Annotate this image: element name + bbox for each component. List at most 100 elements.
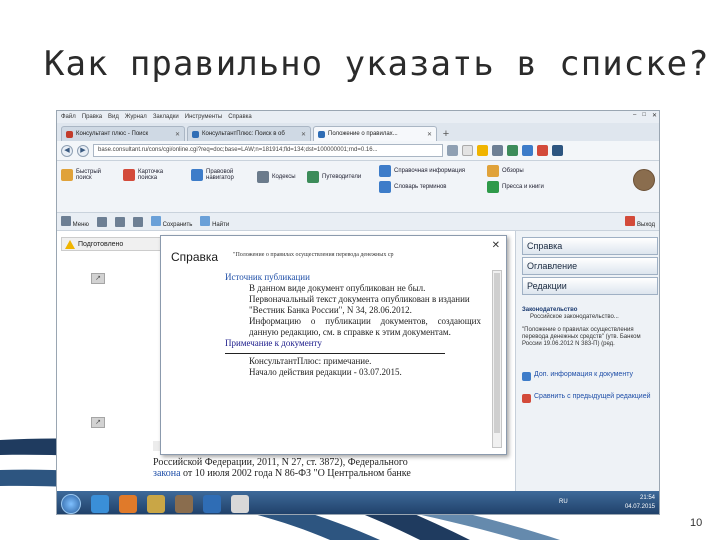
tab-label: Положение о правилах... xyxy=(328,131,398,137)
back-button[interactable]: ◀ xyxy=(61,144,73,157)
exit-icon xyxy=(625,215,636,226)
ribbon-label: Справочная информация xyxy=(394,168,466,174)
dialog-scrollbar[interactable] xyxy=(492,270,502,448)
close-icon[interactable]: ✕ xyxy=(427,131,432,138)
dialog-subtitle: "Положение о правилах осуществления пере… xyxy=(233,252,394,258)
save-button[interactable]: Сохранить xyxy=(150,215,192,228)
maximize-button[interactable]: □ xyxy=(642,112,646,119)
save-icon[interactable] xyxy=(96,216,107,227)
menu-item-file[interactable]: Файл xyxy=(61,114,76,120)
help-dialog: Справка "Положение о правилах осуществле… xyxy=(160,235,507,455)
pocket-icon[interactable] xyxy=(537,145,548,156)
editions-panel-button[interactable]: Редакции xyxy=(522,277,658,295)
home-icon[interactable] xyxy=(522,145,533,156)
url-field[interactable]: base.consultant.ru/cons/cgi/online.cgi?r… xyxy=(93,144,443,157)
close-window-button[interactable]: ✕ xyxy=(652,112,657,119)
ie-icon[interactable] xyxy=(91,494,109,513)
app-icon[interactable] xyxy=(175,494,193,513)
tab-1[interactable]: Консультант плюс - Поиск ✕ xyxy=(61,126,185,141)
app-icon[interactable] xyxy=(231,494,249,513)
document-line: Российской Федерации, 2011, N 27, ст. 38… xyxy=(153,457,408,468)
help-panel-button[interactable]: Справка xyxy=(522,237,658,255)
divider xyxy=(225,353,445,354)
ribbon-label: Быстрый поиск xyxy=(76,169,101,181)
find-label: Найти xyxy=(212,221,230,228)
legislation-box[interactable]: Законодательство Российское законодатель… xyxy=(522,307,658,348)
pub-line: В данном виде документ опубликован не бы… xyxy=(249,283,426,293)
minimize-button[interactable]: – xyxy=(633,112,636,119)
guides-button[interactable]: Путеводители xyxy=(307,171,361,183)
tab-label: КонсультантПлюс: Поиск в об xyxy=(202,131,285,137)
menu-item-view[interactable]: Вид xyxy=(108,114,119,120)
note-marker-icon[interactable]: ↗ xyxy=(91,417,105,428)
new-tab-button[interactable]: + xyxy=(439,127,453,141)
tab-3[interactable]: Положение о правилах... ✕ xyxy=(313,126,437,141)
download-icon[interactable] xyxy=(507,145,518,156)
note-line: Начало действия редакции - 03.07.2015. xyxy=(249,367,402,377)
extra-info-link[interactable]: Доп. информация к документу xyxy=(522,371,658,381)
search-field[interactable] xyxy=(462,145,473,156)
start-button[interactable] xyxy=(61,493,81,514)
forward-button[interactable]: ▶ xyxy=(77,144,89,157)
avatar[interactable] xyxy=(633,169,655,191)
document-text: Российской Федерации, 2011, N 27, ст. 38… xyxy=(153,457,487,479)
menu-item-history[interactable]: Журнал xyxy=(125,114,147,120)
exit-button[interactable]: Выход xyxy=(625,215,655,228)
firefox-icon[interactable] xyxy=(119,494,137,513)
page-number: 10 xyxy=(690,517,703,529)
find-button[interactable]: Найти xyxy=(200,215,230,228)
menu-item-edit[interactable]: Правка xyxy=(82,114,102,120)
guides-icon xyxy=(307,171,319,183)
app-ribbon: Быстрый поиск Карточка поиска Правовой н… xyxy=(57,161,659,213)
system-clock[interactable]: 21:54 04.07.2015 xyxy=(625,494,655,512)
search-card-button[interactable]: Карточка поиска xyxy=(123,169,183,181)
note-marker-icon[interactable]: ↗ xyxy=(91,273,105,284)
warning-bar[interactable]: Подготовлено xyxy=(61,237,161,251)
ribbon-label: Кодексы xyxy=(272,174,296,180)
close-icon[interactable]: ✕ xyxy=(301,131,306,138)
dialog-body: Источник публикации В данном виде докуме… xyxy=(225,272,481,378)
legislation-subtitle: Российское законодательство... xyxy=(530,314,619,320)
close-icon[interactable]: ✕ xyxy=(175,131,180,138)
contents-panel-button[interactable]: Оглавление xyxy=(522,257,658,275)
reload-icon[interactable] xyxy=(447,145,458,156)
reference-icon xyxy=(379,165,391,177)
menu-button[interactable]: Меню xyxy=(61,215,89,228)
reviews-button[interactable]: Обзоры xyxy=(487,165,524,177)
print-icon[interactable] xyxy=(114,216,125,227)
warning-text: Подготовлено xyxy=(78,240,124,248)
reference-info-button[interactable]: Справочная информация xyxy=(379,165,465,177)
menu-item-bookmarks[interactable]: Закладки xyxy=(153,114,179,120)
glossary-icon xyxy=(379,181,391,193)
document-line: закона от 10 июля 2002 года N 86-ФЗ "О Ц… xyxy=(153,468,487,479)
bookmarks-icon[interactable] xyxy=(492,145,503,156)
section-document-note[interactable]: Примечание к документу xyxy=(225,338,481,349)
close-icon[interactable]: ✕ xyxy=(492,240,500,251)
legal-navigator-button[interactable]: Правовой навигатор xyxy=(191,169,251,181)
menu-icon[interactable] xyxy=(552,145,563,156)
glossary-button[interactable]: Словарь терминов xyxy=(379,181,447,193)
codes-button[interactable]: Кодексы xyxy=(257,171,296,183)
section-publication-source[interactable]: Источник публикации xyxy=(225,272,481,283)
info-icon xyxy=(522,372,531,381)
clock-time: 21:54 xyxy=(639,495,655,501)
menu-item-tools[interactable]: Инструменты xyxy=(185,114,222,120)
language-indicator[interactable]: RU xyxy=(559,499,568,505)
press-books-button[interactable]: Пресса и книги xyxy=(487,181,544,193)
slide-title: Как правильно указать в списке? xyxy=(44,44,710,84)
ribbon-label: Правовой навигатор xyxy=(206,169,234,181)
tab-2[interactable]: КонсультантПлюс: Поиск в об ✕ xyxy=(187,126,311,141)
link-label: Сравнить с предыдущей редакцией xyxy=(534,393,651,400)
compare-edition-link[interactable]: Сравнить с предыдущей редакцией xyxy=(522,393,658,403)
word-icon[interactable] xyxy=(203,494,221,513)
quick-search-button[interactable]: Быстрый поиск xyxy=(61,169,117,181)
scroll-thumb[interactable] xyxy=(494,273,500,433)
folder-icon[interactable] xyxy=(147,494,165,513)
menu-item-help[interactable]: Справка xyxy=(228,114,252,120)
ribbon-label: Словарь терминов xyxy=(394,184,447,190)
email-icon[interactable] xyxy=(132,216,143,227)
ribbon-label: Обзоры xyxy=(502,168,524,174)
right-panel: Справка Оглавление Редакции Законодатель… xyxy=(515,231,659,491)
bookmark-star-icon[interactable] xyxy=(477,145,488,156)
law-link[interactable]: закона xyxy=(153,468,181,479)
